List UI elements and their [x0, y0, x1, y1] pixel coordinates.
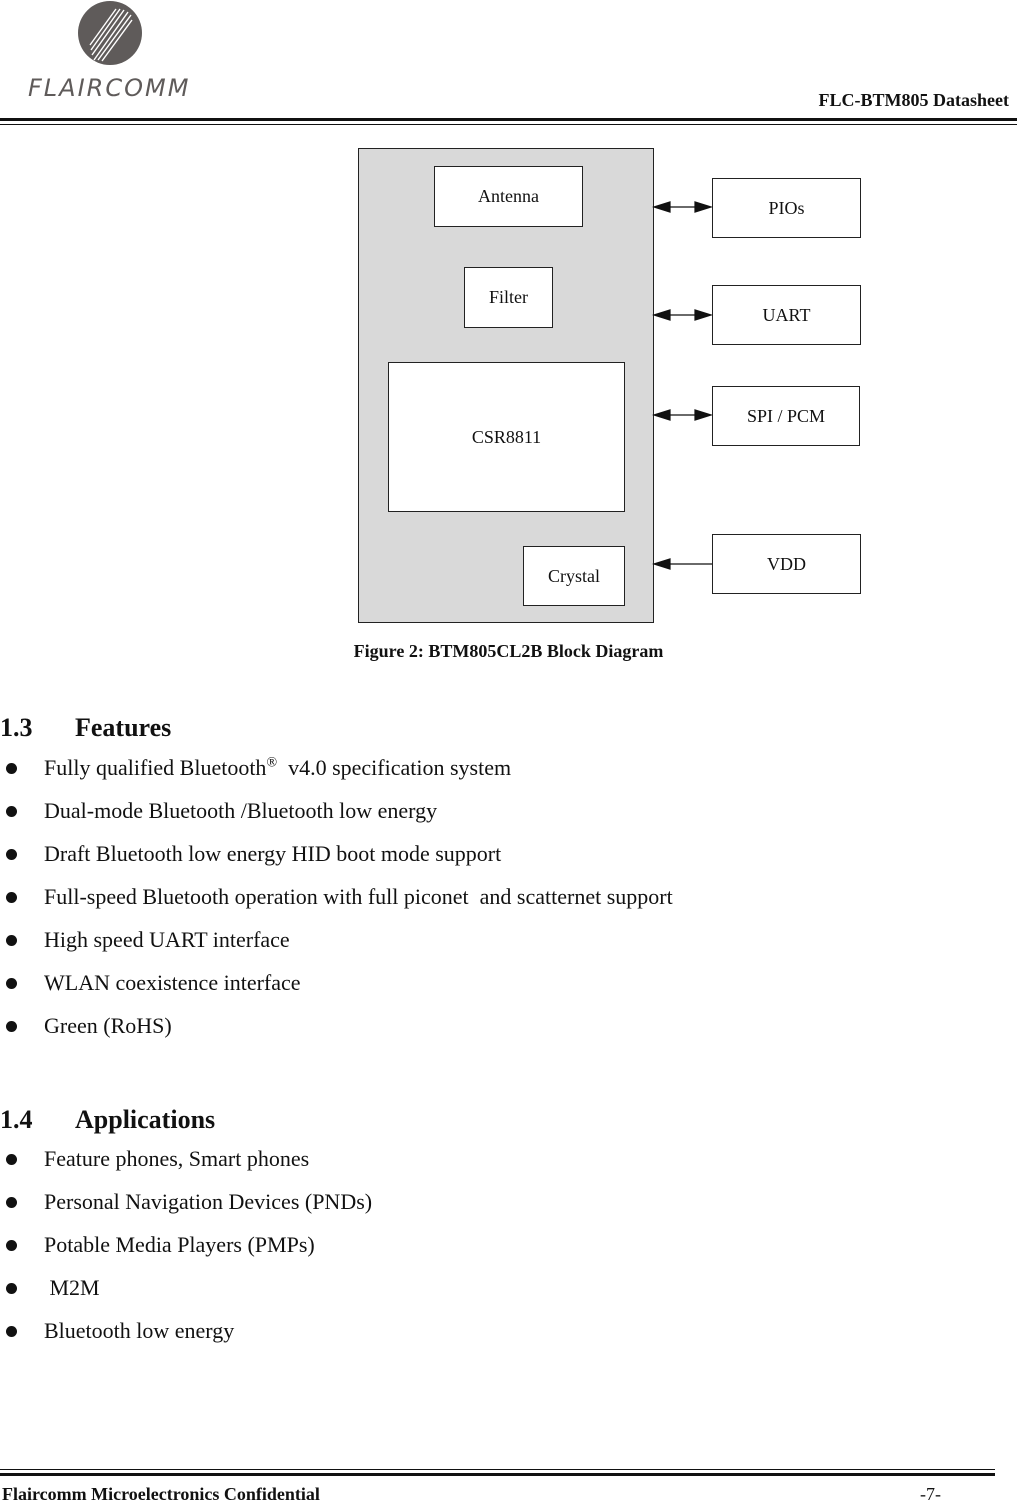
bullet-icon — [6, 892, 17, 903]
arrow-spi-pcm — [651, 409, 714, 421]
list-item: Dual-mode Bluetooth /Bluetooth low energ… — [0, 798, 673, 841]
list-item: Full-speed Bluetooth operation with full… — [0, 884, 673, 927]
bullet-icon — [6, 1283, 17, 1294]
list-item: Green (RoHS) — [0, 1013, 673, 1056]
connection-arrows — [651, 201, 714, 570]
list-item: Bluetooth low energy — [0, 1318, 372, 1361]
arrow-vdd — [651, 558, 712, 570]
applications-list: Feature phones, Smart phones Personal Na… — [0, 1146, 372, 1361]
footer-rule-thin — [0, 1469, 995, 1470]
section-title: Features — [75, 713, 172, 742]
list-item: High speed UART interface — [0, 927, 673, 970]
list-item: WLAN coexistence interface — [0, 970, 673, 1013]
bullet-icon — [6, 1240, 17, 1251]
applications-heading: 1.4 Applications — [0, 1105, 215, 1135]
bullet-icon — [6, 1154, 17, 1165]
arrow-pios — [651, 201, 714, 213]
confidential-notice: Flaircomm Microelectronics Confidential — [2, 1484, 320, 1504]
bullet-icon — [6, 935, 17, 946]
list-item: Potable Media Players (PMPs) — [0, 1232, 372, 1275]
footer-rule — [0, 1473, 995, 1476]
list-item: Feature phones, Smart phones — [0, 1146, 372, 1189]
figure-caption: Figure 2: BTM805CL2B Block Diagram — [353, 641, 664, 661]
list-item: M2M — [0, 1275, 372, 1318]
features-list: Fully qualified Bluetooth® v4.0 specific… — [0, 755, 673, 1056]
page-number: -7- — [920, 1484, 941, 1504]
bullet-icon — [6, 806, 17, 817]
section-title: Applications — [75, 1105, 216, 1134]
bullet-icon — [6, 1326, 17, 1337]
bullet-icon — [6, 1021, 17, 1032]
section-number: 1.4 — [0, 1105, 33, 1134]
list-item: Draft Bluetooth low energy HID boot mode… — [0, 841, 673, 884]
bullet-icon — [6, 1197, 17, 1208]
registered-mark: ® — [266, 755, 278, 771]
bullet-icon — [6, 849, 17, 860]
block-diagram: Antenna Filter CSR8811 Crystal PIOs UART… — [0, 0, 1017, 640]
arrow-uart — [651, 309, 714, 321]
features-heading: 1.3 Features — [0, 713, 171, 743]
list-item: Personal Navigation Devices (PNDs) — [0, 1189, 372, 1232]
list-item: Fully qualified Bluetooth® v4.0 specific… — [0, 755, 673, 798]
section-number: 1.3 — [0, 713, 33, 742]
bullet-icon — [6, 978, 17, 989]
bullet-icon — [6, 763, 17, 774]
